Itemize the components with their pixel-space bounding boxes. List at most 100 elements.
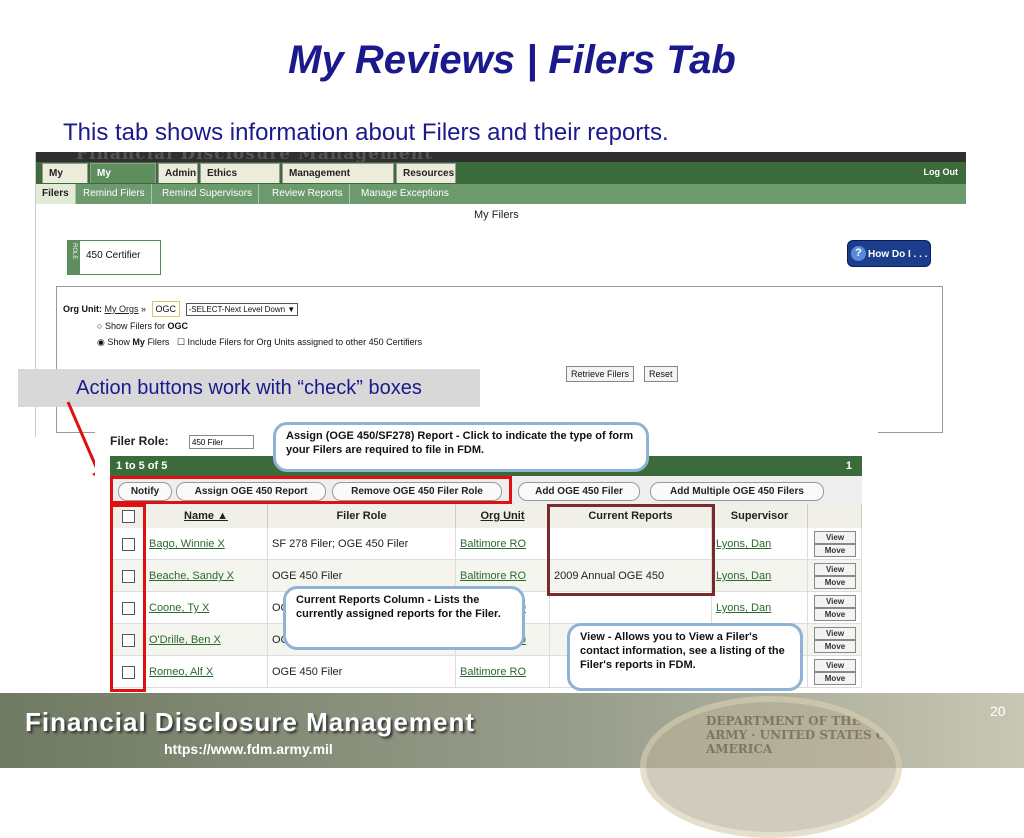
tab-my-reviews[interactable]: My Reviews [90,163,156,199]
name-value[interactable]: Bago, Winnie X [149,538,225,550]
radio-icon: ○ [97,321,103,331]
role-value: OGE 450 Filer [272,570,343,582]
radio-show-my-tail: Filers [147,337,170,347]
role-strip-label: ROLE [71,243,77,260]
name-value[interactable]: Romeo, Alf X [149,666,213,678]
supervisor-value[interactable]: Lyons, Dan [716,570,771,582]
move-button[interactable]: Move [814,544,856,557]
page-heading: My Filers [474,209,519,221]
role-value: OGE 450 Filer [272,666,343,678]
table-header: Name ▲ Filer Role Org Unit Current Repor… [110,504,862,528]
role-strip: ROLE [68,241,80,274]
sub-tab-bar: Filers Remind Filers Remind Supervisors … [36,184,966,204]
subtab-review-reports[interactable]: Review Reports [266,184,350,204]
tab-admin[interactable]: Admin [158,163,198,183]
logout-link[interactable]: Log Out [924,167,959,177]
org-value[interactable]: Baltimore RO [460,570,526,582]
subtab-remind-supervisors[interactable]: Remind Supervisors [156,184,260,204]
tab-my-info[interactable]: My Info [42,163,88,199]
chevron-down-icon: ▼ [287,305,296,314]
how-do-i-button[interactable]: ? How Do I . . . [847,240,931,267]
role-box: ROLE 450 Certifier [67,240,161,275]
page-number: 20 [990,703,1006,719]
reset-button[interactable]: Reset [644,366,678,382]
org-value-box[interactable]: OGC [151,301,181,317]
include-checkbox-label: Include Filers for Org Units assigned to… [187,337,423,347]
move-button[interactable]: Move [814,672,856,685]
org-unit-panel: Org Unit: My Orgs » OGC -SELECT-Next Lev… [56,286,943,433]
current-reports-highlight [547,504,715,596]
name-value[interactable]: O'Drille, Ben X [149,634,221,646]
move-button[interactable]: Move [814,608,856,621]
row-actions-cell: View Move [808,624,862,656]
view-button[interactable]: View [814,659,856,672]
view-button[interactable]: View [814,531,856,544]
tab-ethics-training[interactable]: Ethics Training [200,163,280,199]
table-row: Bago, Winnie X SF 278 Filer; OGE 450 File… [110,528,862,560]
cell-name: Coone, Ty X [145,592,268,624]
army-seal-image: DEPARTMENT OF THE ARMY · UNITED STATES O… [640,696,902,838]
results-page-number[interactable]: 1 [846,456,852,476]
footer-title: Financial Disclosure Management [25,707,476,737]
cell-supervisor: Lyons, Dan [712,560,808,592]
view-button[interactable]: View [814,563,856,576]
slide-subtitle: This tab shows information about Filers … [63,119,669,146]
subtab-filers[interactable]: Filers [36,184,76,204]
filer-role-select-value: 450 Filer [192,438,224,447]
cell-org: Baltimore RO [456,528,550,560]
col-name-label: Name ▲ [184,510,228,522]
col-actions [808,504,862,528]
move-button[interactable]: Move [814,640,856,653]
help-icon: ? [851,246,866,261]
move-button[interactable]: Move [814,576,856,589]
seal-text: DEPARTMENT OF THE ARMY · UNITED STATES O… [706,714,895,756]
cell-name: Beache, Sandy X [145,560,268,592]
radio-show-filers-for-label: Show Filers for [104,321,165,331]
include-checkbox[interactable]: ☐ [177,337,185,347]
name-value[interactable]: Coone, Ty X [149,602,209,614]
add-oge-450-filer-button[interactable]: Add OGE 450 Filer [518,482,640,501]
filers-screenshot: Filer Role: 450 Filer 1 to 5 of 5 1 Noti… [95,418,878,698]
next-level-select[interactable]: -SELECT-Next Level Down ▼ [185,303,299,316]
name-value[interactable]: Beache, Sandy X [149,570,234,582]
cell-name: O'Drille, Ben X [145,624,268,656]
org-unit-label: Org Unit: [63,304,102,314]
next-level-select-value: -SELECT-Next Level Down [188,305,286,314]
slide-footer: DEPARTMENT OF THE ARMY · UNITED STATES O… [0,693,1024,838]
cell-supervisor: Lyons, Dan [712,528,808,560]
col-org-unit-label: Org Unit [480,510,525,522]
row-actions-cell: View Move [808,592,862,624]
checkbox-column-highlight [110,504,146,692]
radio-show-filers-for[interactable]: ○ Show Filers for OGC [97,321,188,331]
my-orgs-link[interactable]: My Orgs [105,304,139,314]
radio-show-my-filers[interactable]: ◉ Show My Filers ☐ Include Filers for Or… [97,337,422,348]
slide-title: My Reviews | Filers Tab [288,38,736,82]
supervisor-value[interactable]: Lyons, Dan [716,538,771,550]
col-filer-role: Filer Role [268,504,456,528]
supervisor-value[interactable]: Lyons, Dan [716,602,771,614]
current-reports-callout: Current Reports Column - Lists the curre… [283,586,525,650]
subtab-manage-exceptions[interactable]: Manage Exceptions [355,184,455,204]
cell-role: OGE 450 Filer [268,656,456,688]
org-value[interactable]: Baltimore RO [460,538,526,550]
col-org-unit[interactable]: Org Unit [456,504,550,528]
view-button[interactable]: View [814,595,856,608]
row-actions-cell: View Move [808,528,862,560]
filer-role-select[interactable]: 450 Filer [189,435,254,449]
footer-url[interactable]: https://www.fdm.army.mil [164,741,333,757]
view-button[interactable]: View [814,627,856,640]
row-actions-cell: View Move [808,656,862,688]
results-range: 1 to 5 of 5 [116,460,168,472]
assign-report-callout: Assign (OGE 450/SF278) Report - Click to… [273,422,649,472]
tab-management-reports[interactable]: Management Reports [282,163,394,199]
cell-supervisor: Lyons, Dan [712,592,808,624]
retrieve-filers-button[interactable]: Retrieve Filers [566,366,635,382]
radio-show-my-label: Show [107,337,130,347]
org-value[interactable]: Baltimore RO [460,666,526,678]
tab-resources[interactable]: Resources [396,163,456,183]
action-buttons-highlight [110,476,512,504]
subtab-remind-filers[interactable]: Remind Filers [77,184,152,204]
col-name[interactable]: Name ▲ [145,504,268,528]
add-multiple-oge-450-filers-button[interactable]: Add Multiple OGE 450 Filers [650,482,824,501]
radio-show-filers-org: OGC [167,321,189,331]
